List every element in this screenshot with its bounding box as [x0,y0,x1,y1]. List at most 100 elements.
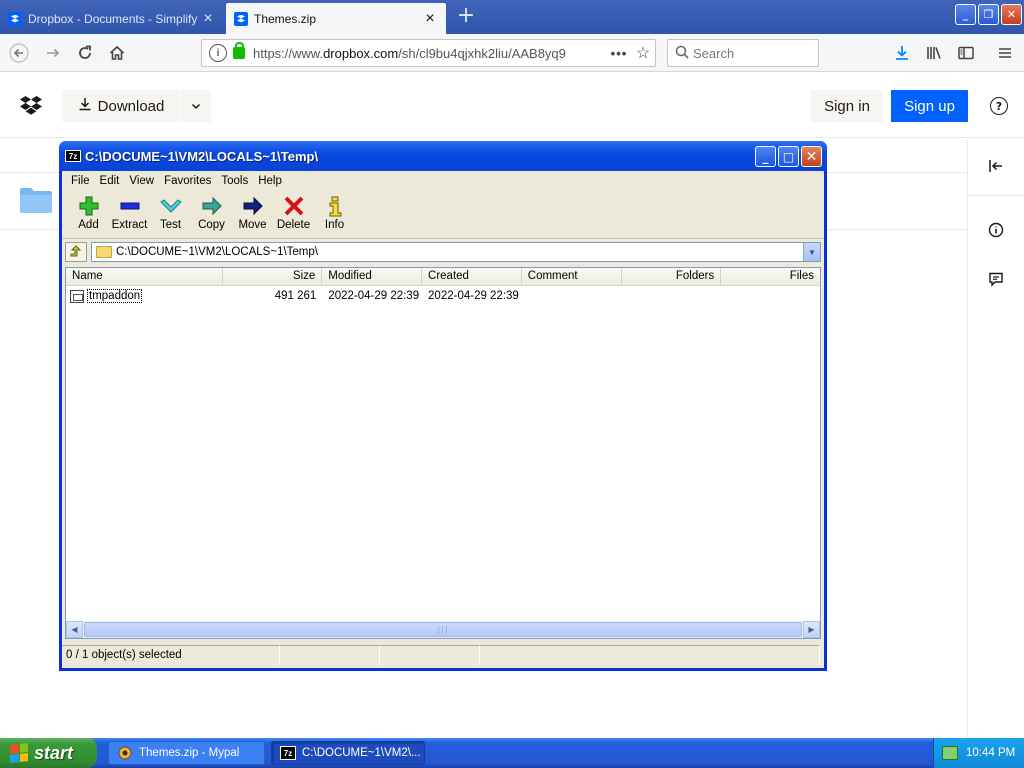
extract-button[interactable]: Extract [109,191,150,238]
delete-button[interactable]: Delete [273,191,314,238]
back-icon[interactable] [6,40,32,66]
close-window-icon[interactable]: ✕ [801,146,822,167]
close-window-icon[interactable]: ✕ [1001,4,1022,25]
copy-button[interactable]: Copy [191,191,232,238]
restore-icon[interactable]: ❐ [978,4,999,25]
clock[interactable]: 10:44 PM [966,747,1015,759]
check-icon [159,195,182,217]
comment-icon[interactable] [987,270,1005,288]
tab-themes-zip[interactable]: Themes.zip × [226,3,446,34]
minus-icon [119,195,141,217]
help-icon[interactable]: ? [990,97,1008,115]
status-segment [380,645,480,665]
window-title: C:\DOCUME~1\VM2\LOCALS~1\Temp\ [85,148,319,164]
file-icon [70,289,84,303]
parent-folder-button[interactable] [65,242,87,262]
column-header-comment[interactable]: Comment [522,268,622,285]
move-button[interactable]: Move [232,191,273,238]
hamburger-menu-icon[interactable] [992,40,1018,66]
start-label: start [34,742,74,763]
network-icon[interactable] [942,746,958,760]
start-button[interactable]: start [0,738,97,768]
dropbox-header: Download Sign in Sign up ? [0,72,1024,138]
new-tab-icon[interactable]: + [452,4,480,30]
library-icon[interactable] [921,40,947,66]
search-input[interactable]: Search [667,39,819,67]
column-header-folders[interactable]: Folders [622,268,722,285]
search-placeholder: Search [693,45,735,61]
bookmark-star-icon[interactable]: ☆ [631,43,655,63]
windows-taskbar: start Themes.zip - Mypal 7z C:\DOCUME~1\… [0,738,1024,768]
column-header-files[interactable]: Files [721,268,820,285]
sign-in-button[interactable]: Sign in [811,90,883,122]
test-button[interactable]: Test [150,191,191,238]
download-options-button[interactable] [181,90,211,122]
add-label: Add [78,219,99,231]
copy-label: Copy [198,219,225,231]
info-icon [324,195,346,217]
column-header-name[interactable]: Name [66,268,223,285]
search-icon [671,45,693,62]
menu-view[interactable]: View [124,175,159,187]
sidebar-toggle-icon[interactable] [953,40,979,66]
menu-favorites[interactable]: Favorites [159,175,216,187]
minimize-icon[interactable]: _ [755,146,776,167]
horizontal-scrollbar[interactable]: ◀ ||| ▶ [66,621,820,638]
address-combo[interactable]: C:\DOCUME~1\VM2\LOCALS~1\Temp\ ▼ [91,242,821,262]
add-button[interactable]: Add [68,191,109,238]
panel-divider [968,195,1024,196]
menu-help[interactable]: Help [253,175,287,187]
mypal-browser-icon [118,746,132,760]
status-segment [480,645,820,665]
page-actions-icon[interactable]: ••• [607,46,631,61]
info-circle-icon[interactable] [987,221,1005,239]
dropbox-side-panel [967,139,1024,739]
minimize-icon[interactable]: _ [955,4,976,25]
home-icon[interactable] [104,40,130,66]
taskbar-item-mypal[interactable]: Themes.zip - Mypal [108,741,265,765]
7zip-toolbar: Add Extract Test Copy Move Delete Info [62,191,824,239]
info-button[interactable]: Info [314,191,355,238]
collapse-panel-icon[interactable] [987,157,1005,175]
column-header-size[interactable]: Size [223,268,323,285]
info-label: Info [324,219,345,231]
table-row[interactable]: tmpaddon 491 261 2022-04-29 22:39 2022-0… [66,287,820,305]
chevron-down-icon[interactable]: ▼ [803,243,820,261]
tab-title: Dropbox - Documents - Simplify y [28,11,200,26]
column-header-created[interactable]: Created [422,268,522,285]
taskbar-item-7zip[interactable]: 7z C:\DOCUME~1\VM2\... [271,741,425,765]
maximize-icon[interactable]: □ [778,146,799,167]
folder-icon [96,246,112,258]
tab-dropbox-documents[interactable]: Dropbox - Documents - Simplify y × [0,3,224,34]
scroll-right-icon[interactable]: ▶ [803,621,820,638]
taskbar-item-label: Themes.zip - Mypal [139,747,240,759]
status-segment [280,645,380,665]
download-button[interactable]: Download [62,90,180,122]
reload-icon[interactable] [72,40,98,66]
move-label: Move [238,219,267,231]
menu-file[interactable]: File [66,175,95,187]
downloads-icon[interactable] [889,40,915,66]
taskbar-item-label: C:\DOCUME~1\VM2\... [302,747,421,759]
scrollbar-thumb[interactable]: ||| [84,622,802,637]
download-label: Download [97,97,165,115]
forward-icon[interactable] [40,40,66,66]
7zip-window: 7z C:\DOCUME~1\VM2\LOCALS~1\Temp\ _ □ ✕ … [59,141,827,671]
sign-up-button[interactable]: Sign up [891,90,968,122]
row-created-cell: 2022-04-29 22:39 [428,290,519,302]
up-arrow-icon [70,245,82,257]
7zip-app-icon: 7z [280,746,296,760]
column-header-modified[interactable]: Modified [322,268,423,285]
site-info-icon[interactable]: i [209,44,227,62]
url-bar[interactable]: i https://www.dropbox.com/sh/cl9bu4qjxhk… [201,39,656,67]
menu-edit[interactable]: Edit [95,175,125,187]
status-selection: 0 / 1 object(s) selected [62,645,280,665]
7zip-title-bar[interactable]: 7z C:\DOCUME~1\VM2\LOCALS~1\Temp\ _ □ ✕ [59,141,827,171]
folder-icon[interactable] [20,187,52,213]
row-name-cell: tmpaddon [66,289,223,303]
menu-tools[interactable]: Tools [216,175,253,187]
scroll-left-icon[interactable]: ◀ [66,621,83,638]
tab-close-icon[interactable]: × [200,10,216,27]
dropbox-logo-icon[interactable] [20,96,42,116]
tab-close-icon[interactable]: × [422,10,438,27]
